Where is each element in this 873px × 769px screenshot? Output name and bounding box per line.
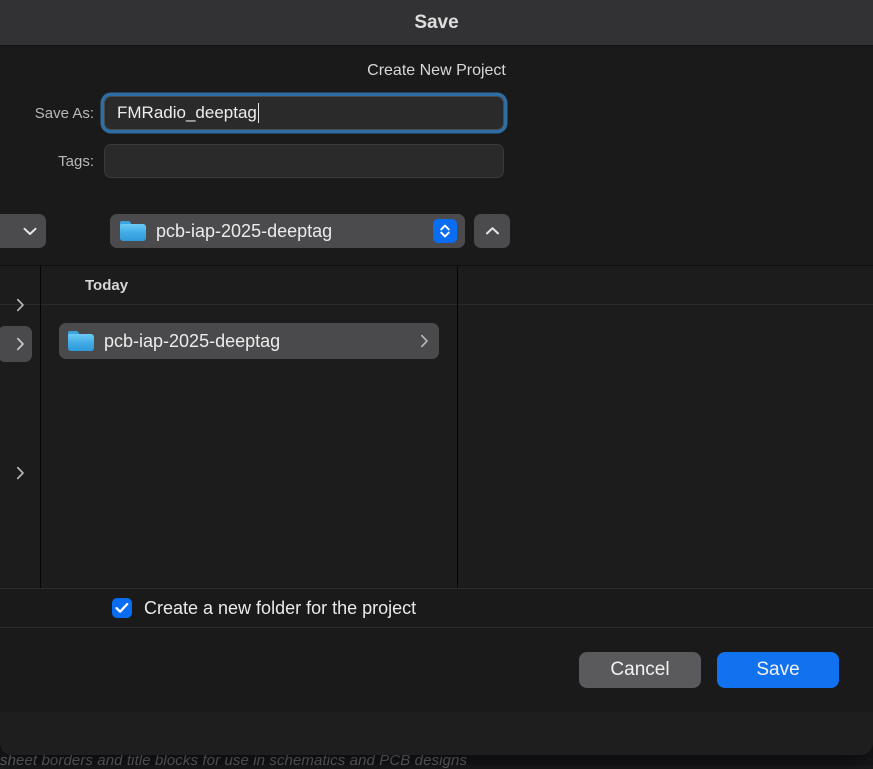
- enclosing-folder-button[interactable]: [474, 214, 510, 248]
- browser-column-2: Today pcb-iap-2025-deeptag: [41, 266, 458, 588]
- view-options-popup-button[interactable]: [0, 214, 46, 248]
- browser-column-2-header: Today: [41, 266, 457, 305]
- checkmark-icon: [115, 602, 129, 614]
- browser-column-3: [458, 266, 873, 588]
- list-item-label: pcb-iap-2025-deeptag: [104, 331, 280, 352]
- folder-icon: [120, 221, 146, 241]
- dialog-subtitle: Create New Project: [0, 62, 873, 96]
- new-folder-checkbox[interactable]: [112, 598, 132, 618]
- chevron-up-down-icon: [433, 219, 457, 243]
- chevron-right-icon: [420, 334, 429, 348]
- save-as-label: Save As:: [0, 105, 104, 122]
- folder-icon: [68, 331, 94, 351]
- tags-row: Tags:: [0, 144, 873, 178]
- dialog-title: Save: [414, 12, 458, 34]
- location-popup-button[interactable]: pcb-iap-2025-deeptag: [110, 214, 465, 248]
- chevron-right-icon: [16, 466, 25, 480]
- save-button[interactable]: Save: [717, 652, 839, 688]
- navigation-toolbar: pcb-iap-2025-deeptag Search: [0, 202, 873, 266]
- save-as-input[interactable]: FMRadio_deeptag: [104, 96, 504, 130]
- dialog-form-area: Create New Project Save As: FMRadio_deep…: [0, 46, 873, 202]
- tags-input[interactable]: [104, 144, 504, 178]
- chevron-up-icon: [485, 226, 500, 236]
- new-folder-option-bar: Create a new folder for the project: [0, 588, 873, 628]
- new-folder-checkbox-label[interactable]: Create a new folder for the project: [144, 598, 416, 619]
- table-row[interactable]: pcb-iap-2025-deeptag: [59, 323, 439, 359]
- cancel-button[interactable]: Cancel: [579, 652, 701, 688]
- tags-label: Tags:: [0, 153, 104, 170]
- chevron-right-icon: [16, 337, 25, 351]
- browser-column-1: [0, 266, 41, 588]
- dialog-footer: Cancel Save: [0, 628, 873, 712]
- text-caret: [258, 103, 260, 123]
- dialog-titlebar: Save: [0, 0, 873, 46]
- chevron-right-icon: [16, 298, 25, 312]
- browser-column-3-header: [458, 266, 873, 305]
- list-item[interactable]: [0, 287, 32, 323]
- location-popup-label: pcb-iap-2025-deeptag: [156, 221, 332, 242]
- list-item[interactable]: [0, 326, 32, 362]
- save-dialog: Save Create New Project Save As: FMRadio…: [0, 0, 873, 755]
- chevron-down-icon: [23, 227, 37, 236]
- save-as-row: Save As: FMRadio_deeptag: [0, 96, 873, 130]
- file-column-browser: Today pcb-iap-2025-deeptag: [0, 266, 873, 588]
- list-item[interactable]: [0, 455, 32, 491]
- save-as-value: FMRadio_deeptag: [117, 103, 257, 123]
